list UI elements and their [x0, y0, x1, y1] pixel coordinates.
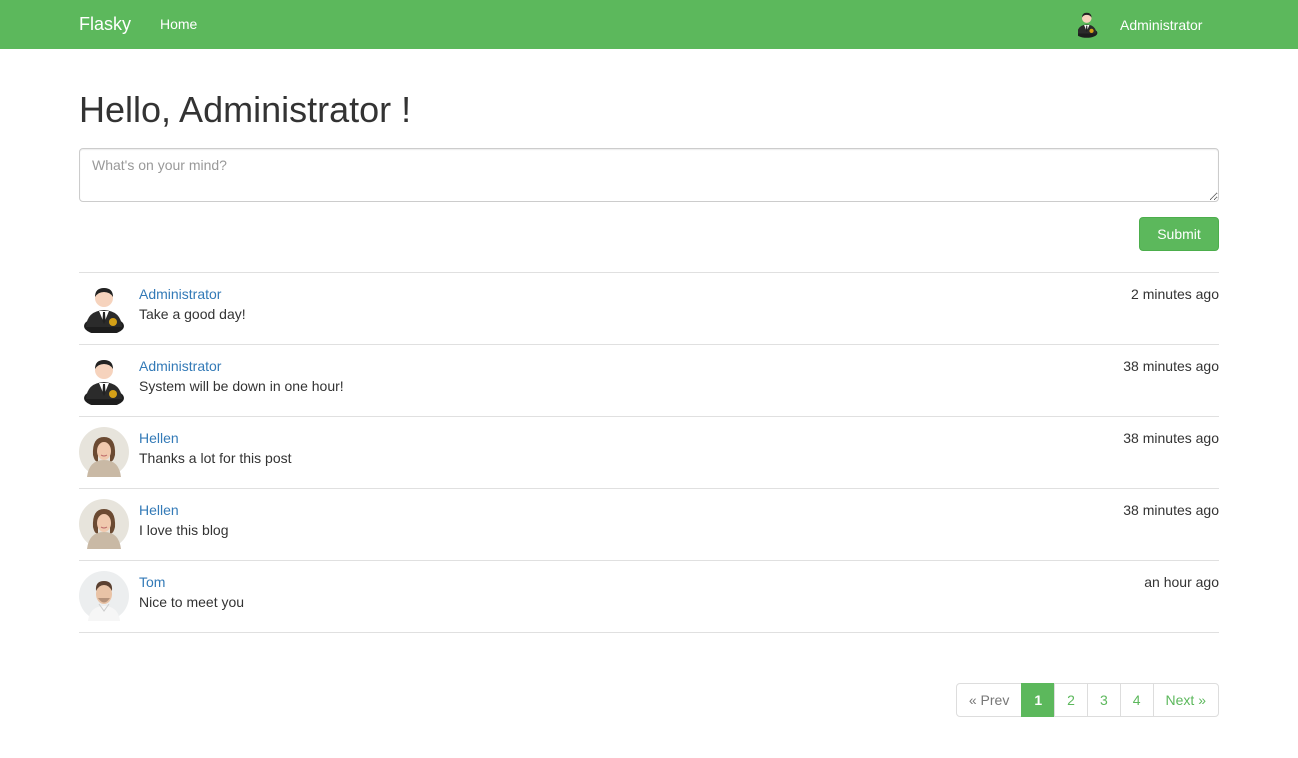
admin-avatar-icon	[1078, 7, 1108, 43]
post-item: Hellen 38 minutes ago I love this blog	[79, 489, 1219, 561]
post-item: Hellen 38 minutes ago Thanks a lot for t…	[79, 417, 1219, 489]
post-body: System will be down in one hour!	[139, 378, 344, 394]
post-body: Take a good day!	[139, 306, 246, 322]
female-avatar-icon[interactable]	[79, 427, 129, 477]
submit-button[interactable]: Submit	[1139, 217, 1219, 251]
pagination-next[interactable]: Next »	[1152, 683, 1219, 717]
post-item: Tom an hour ago Nice to meet you	[79, 561, 1219, 633]
post-input[interactable]	[79, 148, 1219, 202]
pagination-page-2[interactable]: 2	[1054, 683, 1088, 717]
post-author-link[interactable]: Administrator	[139, 357, 221, 375]
pagination-page-3[interactable]: 3	[1086, 683, 1121, 717]
admin-avatar-icon[interactable]	[79, 355, 129, 405]
nav-user-menu[interactable]: Administrator	[1078, 7, 1202, 43]
nav-home-link[interactable]: Home	[160, 15, 197, 33]
pagination: « Prev 1 2 3 4 Next »	[955, 683, 1219, 717]
post-date: 38 minutes ago	[1123, 430, 1219, 446]
female-avatar-icon[interactable]	[79, 499, 129, 549]
post-body: Thanks a lot for this post	[139, 450, 292, 466]
pagination-page-4[interactable]: 4	[1119, 683, 1154, 717]
nav-user-name: Administrator	[1120, 17, 1203, 33]
post-date: 2 minutes ago	[1131, 286, 1219, 302]
post-author-link[interactable]: Hellen	[139, 429, 179, 447]
post-list: Administrator 2 minutes ago Take a good …	[79, 272, 1219, 633]
admin-avatar-icon[interactable]	[79, 283, 129, 333]
post-body: I love this blog	[139, 522, 229, 538]
post-author-link[interactable]: Administrator	[139, 285, 221, 303]
navbar: Flasky Home Administrator	[0, 0, 1298, 49]
pagination-page-1[interactable]: 1	[1021, 683, 1056, 717]
post-date: 38 minutes ago	[1123, 502, 1219, 518]
male-avatar-icon[interactable]	[79, 571, 129, 621]
post-item: Administrator 2 minutes ago Take a good …	[79, 273, 1219, 345]
page-title: Hello, Administrator !	[79, 89, 412, 130]
post-date: 38 minutes ago	[1123, 358, 1219, 374]
pagination-prev[interactable]: « Prev	[955, 683, 1023, 717]
brand-link[interactable]: Flasky	[79, 13, 131, 35]
post-date: an hour ago	[1144, 574, 1219, 590]
post-body: Nice to meet you	[139, 594, 245, 610]
post-author-link[interactable]: Hellen	[139, 501, 179, 519]
post-author-link[interactable]: Tom	[139, 573, 165, 591]
post-item: Administrator 38 minutes ago System will…	[79, 345, 1219, 417]
